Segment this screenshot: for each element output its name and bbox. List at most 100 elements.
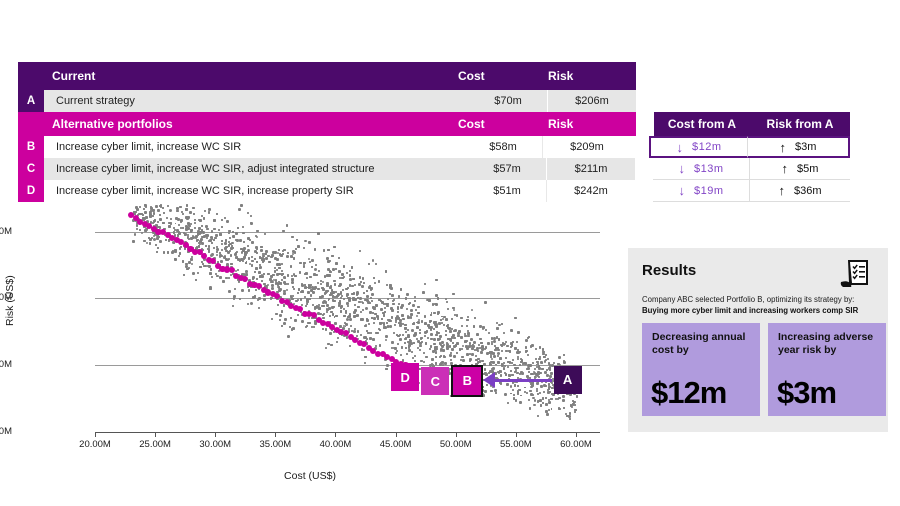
y-tick-label: 200.00M xyxy=(0,359,12,371)
x-tick-label: 40.00M xyxy=(319,439,352,450)
results-box-cost-value: $12m xyxy=(651,375,727,410)
row-a-cost: $70m xyxy=(469,90,548,112)
portfolio-marker-c[interactable]: C xyxy=(421,367,450,396)
plot-area xyxy=(95,203,600,432)
results-line-1: Company ABC selected Portfolio B, optimi… xyxy=(642,295,855,304)
row-c-letter: C xyxy=(18,158,44,180)
x-tick xyxy=(575,432,577,437)
table-row-a[interactable]: A Current strategy $70m $206m xyxy=(18,90,850,112)
header-current-spacer xyxy=(18,62,44,90)
infographic-canvas: Current Cost Risk A Current strategy $70… xyxy=(0,0,900,506)
header-current-cost: Cost xyxy=(458,69,485,83)
results-line-2: Buying more cyber limit and increasing w… xyxy=(642,306,859,315)
arrow-up-icon: ↑ xyxy=(779,139,787,155)
x-axis-line xyxy=(95,432,600,433)
x-tick-label: 30.00M xyxy=(199,439,232,450)
table-gap xyxy=(636,62,654,90)
header-alt-label: Alternative portfolios xyxy=(52,117,173,131)
row-b-letter: B xyxy=(18,136,44,158)
header-blank-cost-from-a xyxy=(654,62,750,90)
results-title: Results xyxy=(642,262,697,279)
header-alt-spacer xyxy=(18,112,44,136)
table-gap xyxy=(635,158,653,180)
x-tick-label: 20.00M xyxy=(79,439,111,450)
arrow-up-icon: ↑ xyxy=(781,161,789,176)
x-axis-title: Cost (US$) xyxy=(284,470,336,482)
row-d-risk-from-a: ↑ $36m xyxy=(750,180,850,202)
row-b-cost: $58m xyxy=(464,136,543,158)
arrow-down-icon: ↓ xyxy=(676,139,683,155)
arrow-up-icon: ↑ xyxy=(778,183,785,198)
results-box-risk-caption: Increasing adverse year risk by xyxy=(778,331,874,357)
table-gap xyxy=(631,136,649,158)
transition-arrow-line xyxy=(493,378,552,382)
x-tick xyxy=(275,432,277,437)
y-tick-label: 150.00M xyxy=(0,426,12,437)
checklist-document-icon xyxy=(838,256,874,292)
row-a-risk: $206m xyxy=(548,90,636,112)
x-tick xyxy=(515,432,517,437)
row-c-cost-from-a: ↓ $13m xyxy=(653,158,750,180)
header-current-risk: Risk xyxy=(548,69,574,83)
header-blank-risk-from-a xyxy=(750,62,850,90)
results-panel: Results Company ABC selected Portfolio B… xyxy=(628,248,888,432)
x-tick xyxy=(155,432,157,437)
row-a-cost-from-a xyxy=(654,90,750,112)
row-c-risk-from-a: ↑ $5m xyxy=(750,158,850,180)
header-alt-risk: Risk xyxy=(548,117,574,131)
table-row-b[interactable]: B Increase cyber limit, increase WC SIR … xyxy=(18,136,850,158)
row-c-description: Increase cyber limit, increase WC SIR, a… xyxy=(44,158,468,180)
arrow-down-icon: ↓ xyxy=(678,161,685,176)
results-box-risk: Increasing adverse year risk by $3m xyxy=(768,323,886,416)
risk-cost-scatter-chart: Risk (US$) 150.00M200.00M250.00M300.00M … xyxy=(0,196,620,496)
row-b-description: Increase cyber limit, increase WC SIR xyxy=(44,136,464,158)
results-box-cost-caption: Decreasing annual cost by xyxy=(652,331,746,357)
transition-arrow-head xyxy=(483,371,496,388)
x-tick-label: 60.00M xyxy=(560,439,592,450)
header-alt-cost: Cost xyxy=(458,117,485,131)
table-gap xyxy=(636,90,654,112)
row-b-risk-from-a: ↑ $3m xyxy=(748,136,850,158)
arrow-down-icon: ↓ xyxy=(678,183,685,198)
row-b-cost-from-a: ↓ $12m xyxy=(649,136,748,158)
table-gap xyxy=(635,180,653,202)
header-cost-from-a: Cost from A xyxy=(654,112,750,136)
portfolio-comparison-table: Current Cost Risk A Current strategy $70… xyxy=(18,62,850,202)
row-a-risk-from-a xyxy=(750,90,850,112)
portfolio-marker-b[interactable]: B xyxy=(451,364,484,397)
x-tick-label: 50.00M xyxy=(439,439,472,450)
header-risk-from-a: Risk from A xyxy=(750,112,850,136)
x-tick-label: 25.00M xyxy=(139,439,171,450)
x-tick xyxy=(455,432,457,437)
x-tick-label: 55.00M xyxy=(499,439,532,450)
x-tick xyxy=(395,432,397,437)
x-tick-label: 45.00M xyxy=(379,439,412,450)
table-gap xyxy=(636,112,654,136)
results-box-risk-value: $3m xyxy=(777,375,837,410)
portfolio-marker-a[interactable]: A xyxy=(553,365,582,394)
table-header-current: Current Cost Risk xyxy=(18,62,850,90)
row-d-cost-delta: $19m xyxy=(693,184,724,197)
row-a-description: Current strategy xyxy=(44,90,469,112)
row-c-risk-delta: $5m xyxy=(797,162,819,175)
results-box-cost: Decreasing annual cost by $12m xyxy=(642,323,760,416)
x-tick-label: 35.00M xyxy=(259,439,292,450)
row-d-risk-delta: $36m xyxy=(793,184,822,197)
row-b-risk-delta: $3m xyxy=(795,141,817,153)
row-d-cost-from-a: ↓ $19m xyxy=(653,180,750,202)
y-tick-label: 250.00M xyxy=(0,292,12,304)
x-tick xyxy=(335,432,337,437)
x-tick xyxy=(95,432,96,437)
portfolio-marker-d[interactable]: D xyxy=(391,363,420,392)
table-row-c[interactable]: C Increase cyber limit, increase WC SIR,… xyxy=(18,158,850,180)
row-b-risk: $209m xyxy=(543,136,631,158)
x-tick xyxy=(215,432,217,437)
row-a-letter: A xyxy=(18,90,44,112)
row-b-cost-delta: $12m xyxy=(691,141,722,153)
header-current-label: Current xyxy=(52,69,96,83)
row-c-cost-delta: $13m xyxy=(693,162,724,175)
y-tick-label: 300.00M xyxy=(0,225,12,237)
table-header-alternative: Alternative portfolios Cost Risk Cost fr… xyxy=(18,112,850,136)
row-c-cost: $57m xyxy=(468,158,547,180)
row-c-risk: $211m xyxy=(547,158,635,180)
